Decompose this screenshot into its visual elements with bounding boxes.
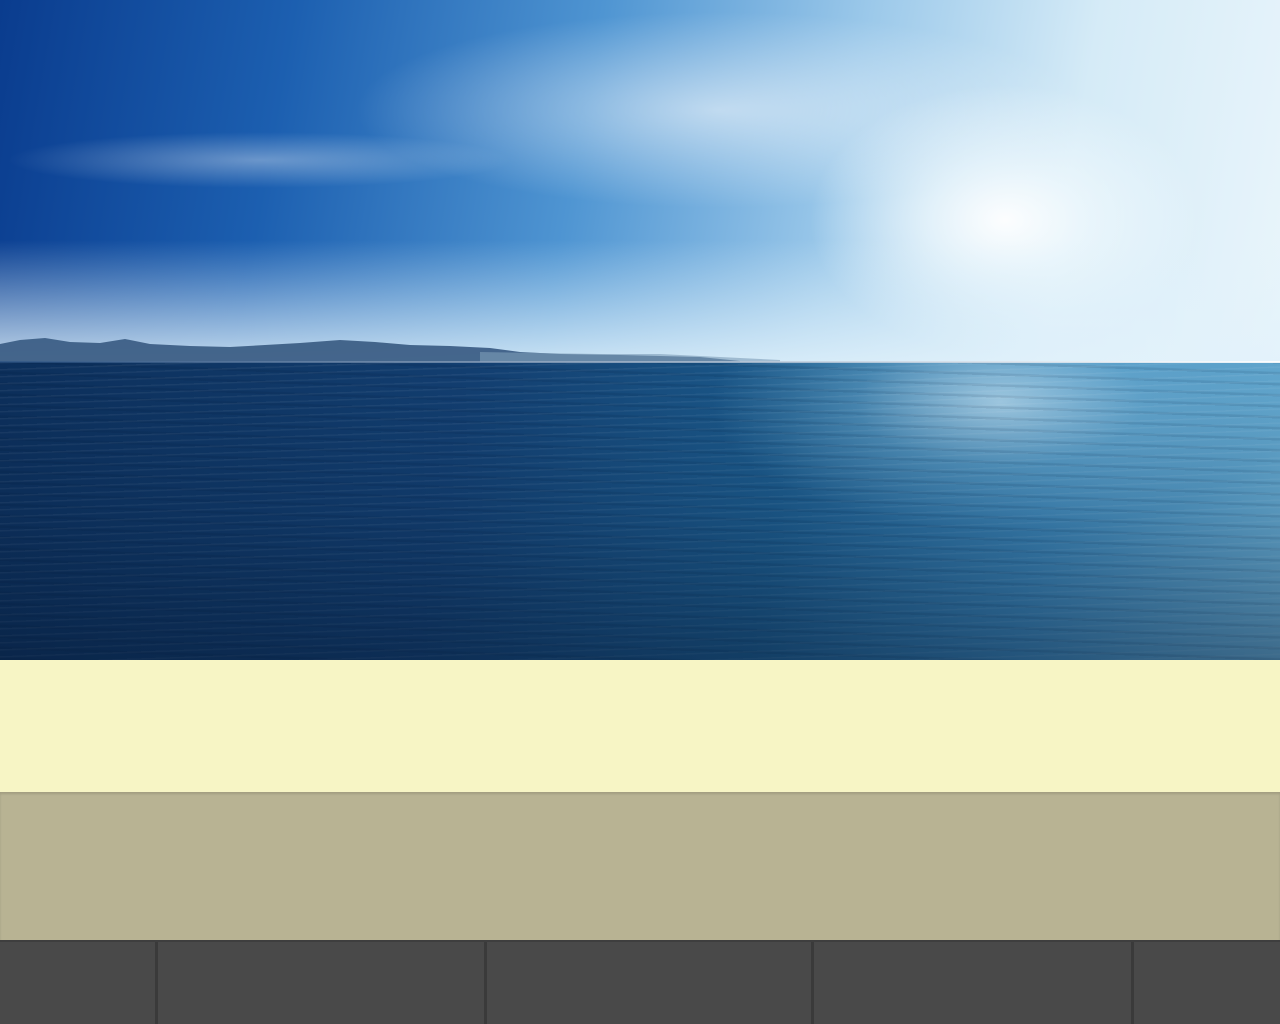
sea-shading: [0, 362, 1280, 660]
cream-band: [0, 660, 1280, 792]
hero-sea-image: [0, 0, 1280, 660]
nav-item-3[interactable]: [487, 942, 811, 1024]
nav-item-4[interactable]: [814, 942, 1131, 1024]
horizon-line: [0, 361, 1280, 363]
nav-item-1[interactable]: [0, 942, 155, 1024]
nav-item-2[interactable]: [158, 942, 484, 1024]
bottom-nav-bar: [0, 940, 1280, 1024]
page: [0, 0, 1280, 1024]
khaki-band: [0, 792, 1280, 940]
nav-item-5[interactable]: [1134, 942, 1280, 1024]
